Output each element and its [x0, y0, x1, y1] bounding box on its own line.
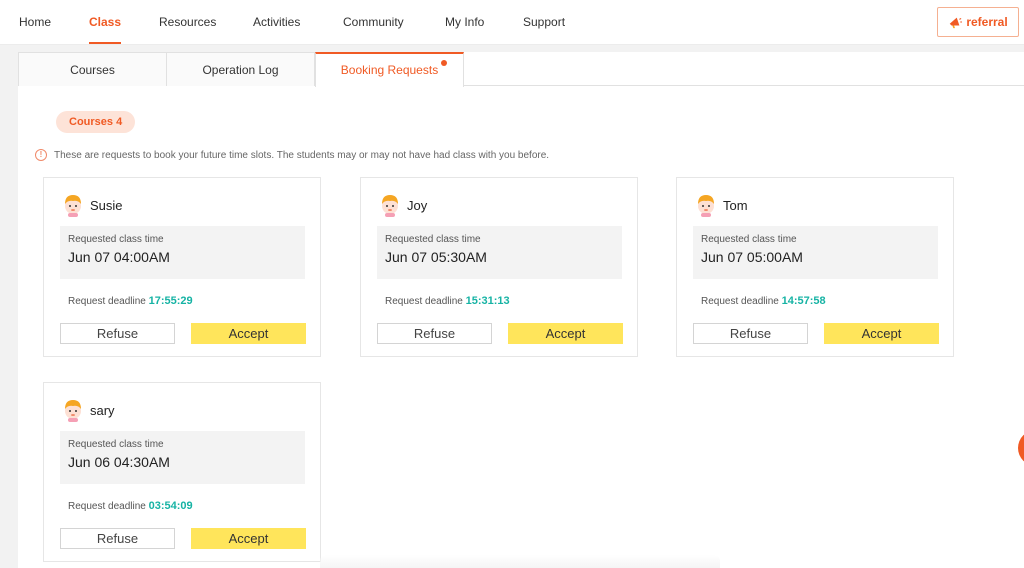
deadline-label: Request deadline — [68, 296, 146, 307]
nav-activities[interactable]: Activities — [253, 0, 300, 45]
booking-request-card: sary Requested class time Jun 06 04:30AM… — [43, 382, 321, 562]
megaphone-icon — [950, 17, 963, 29]
requested-time-label: Requested class time — [68, 439, 164, 450]
requested-time-label: Requested class time — [68, 234, 164, 245]
tab-booking-requests[interactable]: Booking Requests — [315, 52, 464, 87]
info-notice: ! These are requests to book your future… — [35, 149, 549, 161]
top-navigation: Home Class Resources Activities Communit… — [0, 0, 1024, 45]
student-name: sary — [90, 402, 115, 418]
student-avatar-icon — [698, 195, 714, 217]
refuse-button[interactable]: Refuse — [60, 528, 175, 549]
accept-button[interactable]: Accept — [191, 528, 306, 549]
student-avatar-icon — [65, 400, 81, 422]
referral-button[interactable]: referral — [937, 7, 1019, 37]
requested-time-box: Requested class time Jun 07 05:00AM — [693, 226, 938, 279]
deadline-countdown: 03:54:09 — [148, 500, 193, 512]
requested-time-label: Requested class time — [701, 234, 797, 245]
request-deadline: Request deadline 03:54:09 — [68, 500, 193, 512]
accept-button[interactable]: Accept — [824, 323, 939, 344]
nav-resources[interactable]: Resources — [159, 0, 216, 45]
booking-request-card: Joy Requested class time Jun 07 05:30AM … — [360, 177, 638, 357]
nav-home[interactable]: Home — [19, 0, 51, 45]
requested-time-value: Jun 07 05:00AM — [701, 249, 803, 265]
requested-time-box: Requested class time Jun 07 05:30AM — [377, 226, 622, 279]
info-icon: ! — [35, 149, 47, 161]
request-deadline: Request deadline 17:55:29 — [68, 295, 193, 307]
refuse-button[interactable]: Refuse — [377, 323, 492, 344]
refuse-button[interactable]: Refuse — [60, 323, 175, 344]
card-header: Tom — [695, 193, 748, 217]
deadline-label: Request deadline — [385, 296, 463, 307]
card-header: Joy — [379, 193, 427, 217]
card-header: sary — [62, 398, 115, 422]
notification-dot — [441, 60, 447, 66]
deadline-countdown: 15:31:13 — [465, 295, 510, 307]
nav-support[interactable]: Support — [523, 0, 565, 45]
requested-time-value: Jun 06 04:30AM — [68, 454, 170, 470]
accept-button[interactable]: Accept — [508, 323, 623, 344]
tab-courses[interactable]: Courses — [18, 52, 167, 86]
nav-my-info[interactable]: My Info — [445, 0, 484, 45]
student-name: Tom — [723, 197, 748, 213]
request-deadline: Request deadline 15:31:13 — [385, 295, 510, 307]
card-header: Susie — [62, 193, 123, 217]
deadline-countdown: 17:55:29 — [148, 295, 193, 307]
booking-request-card: Tom Requested class time Jun 07 05:00AM … — [676, 177, 954, 357]
nav-community[interactable]: Community — [343, 0, 404, 45]
request-deadline: Request deadline 14:57:58 — [701, 295, 826, 307]
requested-time-box: Requested class time Jun 07 04:00AM — [60, 226, 305, 279]
student-avatar-icon — [382, 195, 398, 217]
deadline-label: Request deadline — [701, 296, 779, 307]
student-avatar-icon — [65, 195, 81, 217]
deadline-countdown: 14:57:58 — [781, 295, 826, 307]
bottom-shadow — [320, 555, 720, 568]
requested-time-value: Jun 07 05:30AM — [385, 249, 487, 265]
booking-request-card: Susie Requested class time Jun 07 04:00A… — [43, 177, 321, 357]
deadline-label: Request deadline — [68, 501, 146, 512]
referral-label: referral — [966, 15, 1008, 29]
tab-operation-log[interactable]: Operation Log — [166, 52, 315, 86]
tab-bar: Courses Operation Log Booking Requests — [18, 52, 1024, 87]
requested-time-value: Jun 07 04:00AM — [68, 249, 170, 265]
info-text: These are requests to book your future t… — [54, 149, 550, 161]
student-name: Joy — [407, 197, 428, 213]
tab-booking-requests-label: Booking Requests — [340, 63, 439, 77]
courses-count-badge: Courses 4 — [56, 111, 136, 133]
nav-class[interactable]: Class — [89, 0, 122, 45]
requested-time-label: Requested class time — [385, 234, 481, 245]
student-name: Susie — [90, 197, 123, 213]
requested-time-box: Requested class time Jun 06 04:30AM — [60, 431, 305, 484]
refuse-button[interactable]: Refuse — [693, 323, 808, 344]
accept-button[interactable]: Accept — [191, 323, 306, 344]
